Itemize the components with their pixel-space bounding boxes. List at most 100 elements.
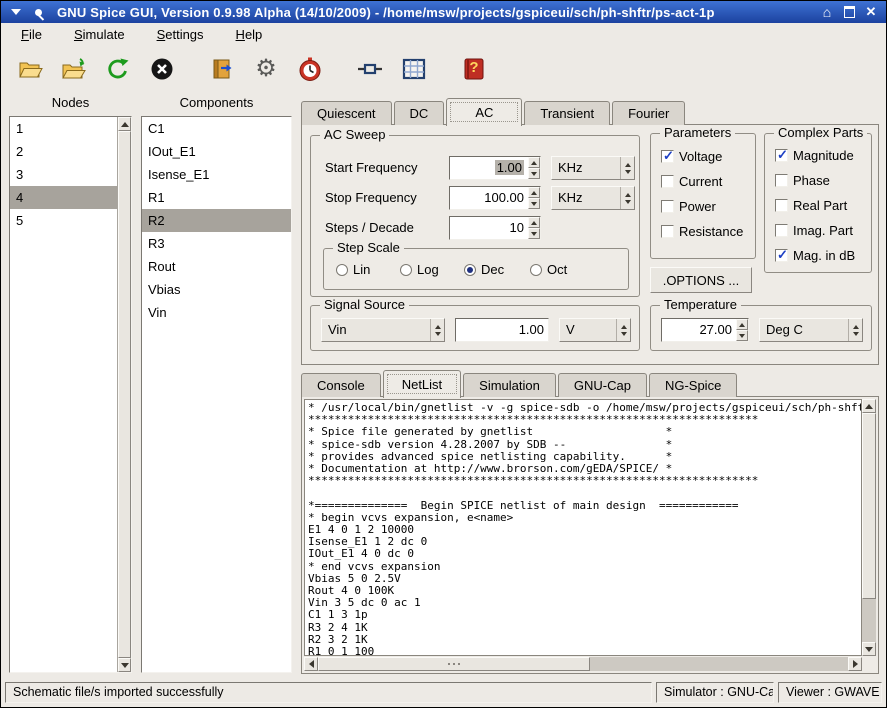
tab-simulation[interactable]: Simulation	[463, 373, 556, 397]
titlebar[interactable]: GNU Spice GUI, Version 0.9.98 Alpha (14/…	[1, 1, 886, 23]
component-item[interactable]: Vbias	[142, 278, 291, 301]
radio-icon[interactable]	[400, 263, 412, 276]
tab-console[interactable]: Console	[301, 373, 381, 397]
spinner[interactable]	[528, 217, 540, 239]
spin-down-icon[interactable]	[736, 330, 748, 341]
spinner[interactable]	[736, 319, 748, 341]
node-item-selected[interactable]: 4	[10, 186, 117, 209]
node-item[interactable]: 3	[10, 163, 117, 186]
component-item[interactable]: C1	[142, 117, 291, 140]
spin-down-icon[interactable]	[528, 198, 540, 209]
checkbox-resistance[interactable]: Resistance	[661, 224, 743, 239]
scroll-up-icon[interactable]	[862, 399, 876, 413]
component-view-button[interactable]	[351, 51, 389, 87]
tab-netlist[interactable]: NetList	[382, 370, 462, 398]
start-frequency-unit-select[interactable]: KHz	[551, 156, 635, 180]
spin-up-icon[interactable]	[736, 319, 748, 330]
close-button[interactable]	[862, 4, 880, 20]
tab-gnucap[interactable]: GNU-Cap	[557, 373, 647, 397]
window-menu-icon[interactable]	[7, 4, 25, 20]
tab-quiescent[interactable]: Quiescent	[301, 101, 392, 125]
checkbox-icon[interactable]	[661, 200, 674, 213]
scroll-left-icon[interactable]	[304, 657, 318, 671]
scroll-right-icon[interactable]	[848, 657, 862, 671]
node-item[interactable]: 1	[10, 117, 117, 140]
rollup-button[interactable]	[818, 4, 836, 20]
scrollbar-thumb[interactable]	[118, 131, 131, 658]
tab-fourier[interactable]: Fourier	[612, 101, 686, 125]
spin-up-icon[interactable]	[528, 157, 540, 168]
checkbox-checked-icon[interactable]	[775, 247, 788, 263]
tab-ac[interactable]: AC	[446, 98, 523, 126]
component-item[interactable]: R3	[142, 232, 291, 255]
checkbox-imag-part[interactable]: Imag. Part	[775, 223, 853, 238]
combo-arrows-icon[interactable]	[430, 319, 444, 341]
combo-arrows-icon[interactable]	[620, 187, 634, 209]
menu-file[interactable]: File	[13, 25, 50, 44]
checkbox-phase[interactable]: Phase	[775, 173, 830, 188]
checkbox-icon[interactable]	[775, 174, 788, 187]
signal-source-value-input[interactable]: 1.00	[455, 318, 549, 342]
node-item[interactable]: 2	[10, 140, 117, 163]
waveform-viewer-button[interactable]	[395, 51, 433, 87]
radio-icon[interactable]	[336, 263, 348, 276]
menu-settings[interactable]: Settings	[149, 25, 212, 44]
tab-ngspice[interactable]: NG-Spice	[648, 373, 738, 397]
checkbox-icon[interactable]	[661, 175, 674, 188]
settings-button[interactable]	[247, 51, 285, 87]
spinner[interactable]	[528, 157, 540, 179]
checkbox-icon[interactable]	[661, 225, 674, 238]
menu-simulate[interactable]: Simulate	[66, 25, 133, 44]
run-simulation-button[interactable]	[291, 51, 329, 87]
checkbox-real-part[interactable]: Real Part	[775, 198, 847, 213]
pin-icon[interactable]	[29, 4, 47, 20]
tab-transient[interactable]: Transient	[524, 101, 611, 125]
refresh-button[interactable]	[99, 51, 137, 87]
netlist-vscrollbar[interactable]	[862, 399, 876, 656]
scroll-up-icon[interactable]	[118, 117, 131, 131]
menu-help[interactable]: Help	[228, 25, 271, 44]
radio-icon[interactable]	[530, 263, 542, 276]
spinner[interactable]	[528, 187, 540, 209]
checkbox-power[interactable]: Power	[661, 199, 716, 214]
node-item[interactable]: 5	[10, 209, 117, 232]
radio-selected-icon[interactable]	[464, 263, 476, 276]
maximize-button[interactable]	[840, 4, 858, 20]
spin-down-icon[interactable]	[528, 228, 540, 239]
radio-lin[interactable]: Lin	[336, 262, 370, 277]
spin-up-icon[interactable]	[528, 187, 540, 198]
combo-arrows-icon[interactable]	[616, 319, 630, 341]
stop-frequency-unit-select[interactable]: KHz	[551, 186, 635, 210]
combo-arrows-icon[interactable]	[848, 319, 862, 341]
netlist-text[interactable]: * /usr/local/bin/gnetlist -v -g spice-sd…	[304, 399, 862, 656]
stop-button[interactable]	[143, 51, 181, 87]
nodes-scrollbar[interactable]	[117, 117, 131, 672]
radio-oct[interactable]: Oct	[530, 262, 567, 277]
checkbox-icon[interactable]	[775, 224, 788, 237]
combo-arrows-icon[interactable]	[620, 157, 634, 179]
scrollbar-thumb[interactable]	[318, 657, 590, 671]
component-item[interactable]: Rout	[142, 255, 291, 278]
component-item[interactable]: IOut_E1	[142, 140, 291, 163]
checkbox-mag-in-db[interactable]: Mag. in dB	[775, 247, 855, 263]
checkbox-current[interactable]: Current	[661, 174, 722, 189]
import-folder-button[interactable]	[55, 51, 93, 87]
scrollbar-thumb[interactable]	[862, 413, 876, 599]
checkbox-icon[interactable]	[775, 199, 788, 212]
component-item[interactable]: R1	[142, 186, 291, 209]
radio-log[interactable]: Log	[400, 262, 439, 277]
open-folder-button[interactable]	[11, 51, 49, 87]
help-button[interactable]	[455, 51, 493, 87]
scroll-down-icon[interactable]	[862, 642, 876, 656]
export-netlist-button[interactable]	[203, 51, 241, 87]
netlist-hscrollbar[interactable]	[304, 657, 862, 671]
signal-source-select[interactable]: Vin	[321, 318, 445, 342]
signal-source-unit-select[interactable]: V	[559, 318, 631, 342]
component-item[interactable]: Isense_E1	[142, 163, 291, 186]
start-frequency-input[interactable]: 1.00	[449, 156, 541, 180]
checkbox-checked-icon[interactable]	[661, 148, 674, 164]
checkbox-magnitude[interactable]: Magnitude	[775, 147, 854, 163]
steps-per-decade-input[interactable]: 10	[449, 216, 541, 240]
spin-down-icon[interactable]	[528, 168, 540, 179]
tab-dc[interactable]: DC	[393, 101, 445, 125]
